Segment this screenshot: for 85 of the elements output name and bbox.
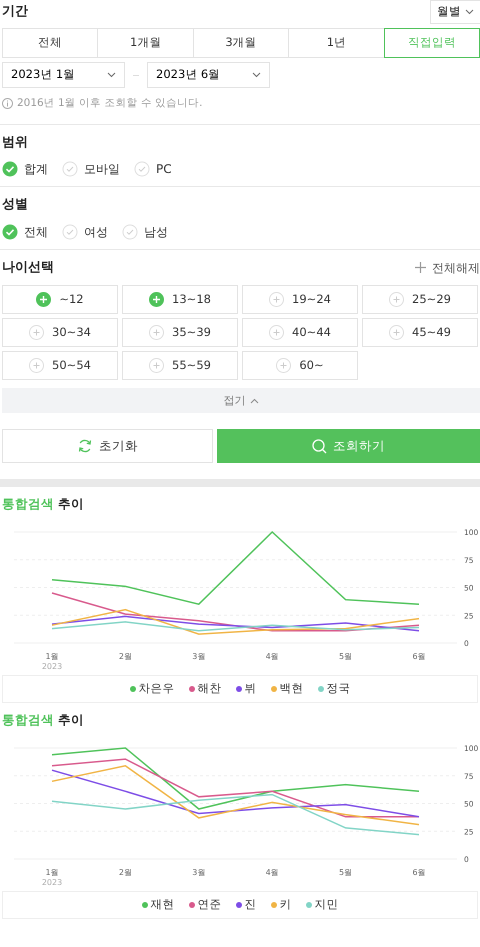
x-tick-label: 2월 (118, 652, 132, 661)
x-tick-label: 4월 (266, 868, 279, 877)
legend-label: 키 (280, 896, 292, 914)
check-icon (122, 224, 138, 240)
age-option[interactable]: 40~44 (242, 318, 358, 348)
x-tick-label: 3월 (192, 868, 206, 877)
plus-icon (389, 292, 404, 308)
age-option[interactable]: 45~49 (362, 318, 478, 348)
plus-icon (269, 292, 284, 308)
plus-icon (276, 358, 292, 374)
age-option[interactable]: 25~29 (362, 285, 478, 314)
legend-label: 연준 (198, 896, 222, 914)
search-icon (312, 438, 327, 454)
checkbox-option[interactable]: 모바일 (62, 160, 120, 178)
plus-icon (389, 325, 404, 340)
x-tick-label: 4월 (266, 652, 279, 661)
x-tick-label: 2월 (118, 868, 132, 877)
legend-label: 백현 (280, 680, 304, 698)
reset-button[interactable]: 초기화 (2, 429, 213, 464)
chart-title-highlight: 통합검색 (2, 495, 54, 514)
checkbox-option[interactable]: 남성 (122, 222, 168, 241)
info-note: 2016년 1월 이후 조회할 수 있습니다. (17, 96, 202, 111)
check-icon (62, 161, 78, 178)
period-tab[interactable]: 3개월 (192, 28, 290, 58)
checkbox-option[interactable]: 전체 (2, 222, 48, 241)
plus-icon (149, 292, 164, 308)
checkbox-option[interactable]: PC (134, 160, 172, 178)
plus-icon (415, 262, 426, 273)
chart-title: 추이 (58, 495, 84, 514)
checkbox-option[interactable]: 여성 (62, 222, 108, 241)
year-label: 2023 (42, 878, 62, 887)
check-icon (62, 224, 78, 240)
section-title: 범위 (2, 134, 29, 152)
age-option[interactable]: 50~54 (2, 351, 118, 380)
plus-icon (269, 325, 284, 340)
x-tick-label: 3월 (192, 652, 206, 661)
collapse-button[interactable]: 접기 (2, 388, 480, 414)
plus-icon (149, 358, 164, 374)
chevron-up-icon (250, 398, 258, 404)
legend-label: 뷔 (244, 680, 256, 698)
age-option[interactable]: 13~18 (122, 285, 238, 314)
chevron-down-icon (107, 72, 116, 78)
chart-title-highlight: 통합검색 (2, 711, 54, 729)
section-title: 나이선택 (2, 258, 54, 277)
x-tick-label: 6월 (412, 868, 426, 877)
age-option[interactable]: ~12 (2, 285, 118, 314)
check-icon (2, 161, 18, 178)
age-option[interactable]: 60~ (242, 351, 358, 380)
legend-label: 진 (244, 896, 256, 914)
x-tick-label: 1월 (45, 652, 59, 661)
age-option[interactable]: 55~59 (122, 351, 238, 380)
x-tick-label: 6월 (412, 652, 426, 661)
legend-label: 정국 (326, 680, 350, 698)
checkbox-option[interactable]: 합계 (2, 160, 48, 178)
period-tab[interactable]: 1년 (288, 28, 385, 58)
x-tick-label: 5월 (339, 868, 352, 877)
plus-icon (36, 292, 52, 308)
plus-icon (29, 358, 44, 374)
section-title: 기간 (2, 3, 28, 22)
x-tick-label: 5월 (339, 652, 352, 661)
year-label: 2023 (42, 662, 62, 671)
unit-select[interactable]: 월별 (430, 0, 480, 24)
legend-label: 재현 (150, 896, 174, 914)
period-tab[interactable]: 전체 (2, 28, 98, 58)
period-tab[interactable]: 1개월 (97, 28, 194, 58)
info-icon (2, 98, 13, 110)
legend-label: 해찬 (198, 680, 222, 698)
section-title: 성별 (2, 196, 29, 214)
chevron-down-icon (465, 9, 474, 15)
refresh-icon (77, 438, 93, 454)
check-icon (2, 224, 18, 240)
age-option[interactable]: 30~34 (2, 318, 118, 348)
chart-title: 추이 (58, 711, 84, 729)
age-option[interactable]: 35~39 (122, 318, 238, 348)
plus-icon (29, 325, 44, 340)
date-select[interactable]: 2023년 6월 (147, 62, 270, 88)
age-option[interactable]: 19~24 (242, 285, 358, 314)
date-select[interactable]: 2023년 1월 (2, 62, 125, 88)
legend-label: 지민 (314, 896, 338, 914)
plus-icon (149, 325, 164, 340)
clear-all-button[interactable]: 전체해제 (415, 258, 480, 276)
chevron-down-icon (252, 72, 261, 78)
legend-label: 차은우 (138, 680, 174, 698)
check-icon (134, 161, 150, 178)
x-tick-label: 1월 (45, 868, 59, 877)
